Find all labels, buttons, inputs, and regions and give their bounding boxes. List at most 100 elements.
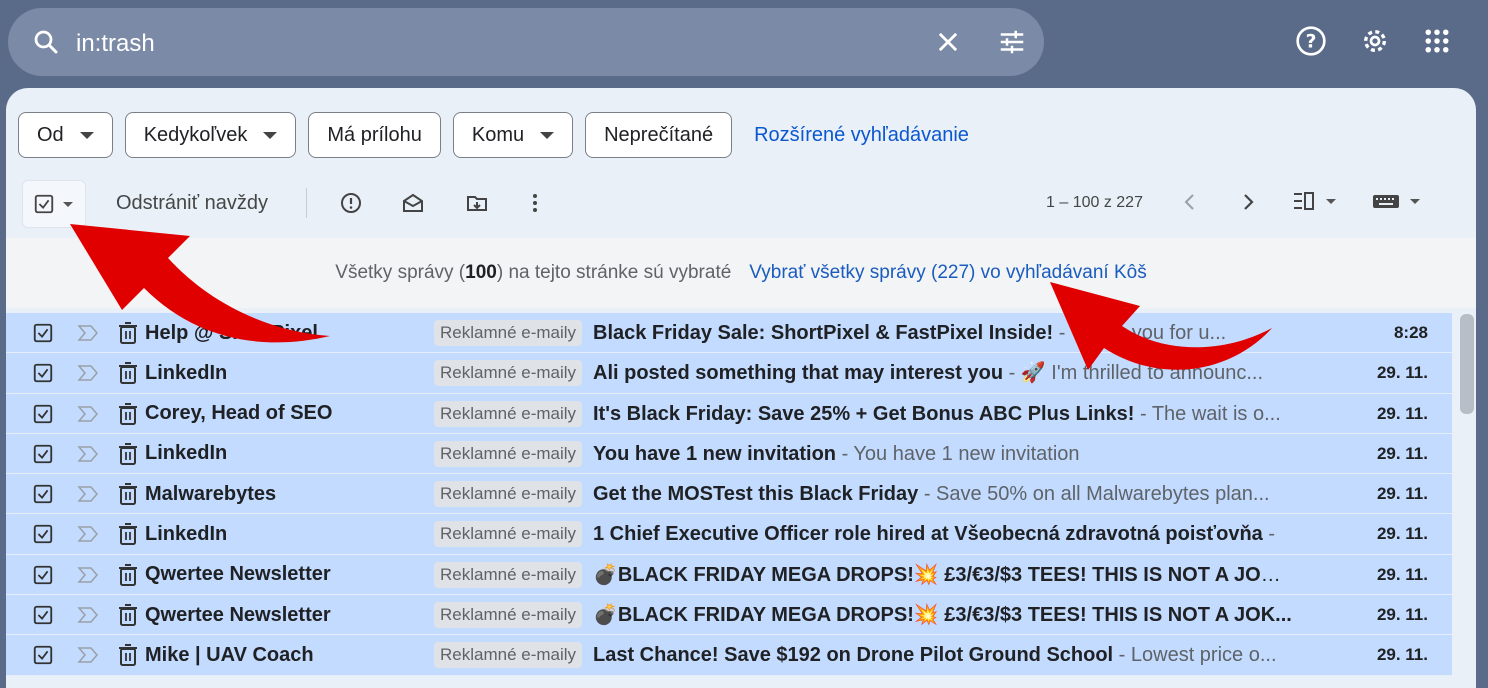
advanced-search-link[interactable]: Rozšírené vyhľadávanie <box>754 124 969 147</box>
email-row[interactable]: Qwertee Newsletter Reklamné e-maily 💣BLA… <box>6 554 1452 596</box>
importance-marker-icon[interactable] <box>76 555 100 595</box>
email-sender: LinkedIn <box>145 522 228 545</box>
importance-marker-icon[interactable] <box>76 474 100 514</box>
filter-from[interactable]: Od <box>18 112 113 158</box>
email-date: 29. 11. <box>1376 564 1428 584</box>
chevron-down-icon <box>79 131 94 139</box>
delete-forever-button[interactable]: Odstrániť navždy <box>116 192 268 215</box>
importance-marker-icon[interactable] <box>76 635 100 675</box>
email-date: 29. 11. <box>1376 605 1428 625</box>
filter-to[interactable]: Komu <box>452 112 574 158</box>
row-checkbox[interactable] <box>32 595 54 635</box>
trash-icon <box>118 635 138 675</box>
svg-text:?: ? <box>1306 32 1317 53</box>
checkbox-checked-icon <box>34 194 54 214</box>
email-subject: It's Black Friday: Save 25% + Get Bonus … <box>593 402 1281 425</box>
email-category-label: Reklamné e-maily <box>434 474 583 514</box>
email-category-label: Reklamné e-maily <box>434 514 583 554</box>
importance-marker-icon[interactable] <box>76 434 100 474</box>
email-row[interactable]: Help @ ShortPixel Reklamné e-maily Black… <box>6 313 1452 354</box>
tune-icon[interactable] <box>996 26 1028 58</box>
importance-marker-icon[interactable] <box>76 514 100 554</box>
select-all-checkbox[interactable] <box>22 180 86 228</box>
email-category-label: Reklamné e-maily <box>434 434 583 474</box>
close-icon[interactable] <box>932 26 964 58</box>
email-category-label: Reklamné e-maily <box>434 353 583 393</box>
search-input[interactable]: in:trash <box>76 30 155 58</box>
gear-icon[interactable] <box>1358 24 1392 58</box>
split-pane-toggle[interactable] <box>1292 190 1336 212</box>
filter-chips: Od Kedykoľvek Má prílohu Komu Neprečítan… <box>18 112 969 158</box>
email-sender: Qwertee Newsletter <box>145 563 331 586</box>
chevron-down-icon <box>540 131 555 139</box>
more-vert-icon[interactable] <box>522 190 548 216</box>
chevron-down-icon <box>263 131 278 139</box>
trash-icon <box>118 434 138 474</box>
report-spam-icon[interactable] <box>338 190 364 216</box>
row-checkbox[interactable] <box>32 514 54 554</box>
email-date: 8:28 <box>1393 323 1428 342</box>
importance-marker-icon[interactable] <box>76 595 100 635</box>
trash-icon <box>118 474 138 514</box>
email-date: 29. 11. <box>1376 645 1428 665</box>
email-subject: Black Friday Sale: ShortPixel & FastPixe… <box>593 322 1227 344</box>
help-icon[interactable]: ? <box>1294 24 1328 58</box>
scrollbar[interactable] <box>1460 314 1474 414</box>
email-row[interactable]: Malwarebytes Reklamné e-maily Get the MO… <box>6 474 1452 515</box>
trash-icon <box>118 555 138 595</box>
row-checkbox[interactable] <box>32 555 54 595</box>
email-date: 29. 11. <box>1376 524 1428 544</box>
row-checkbox[interactable] <box>32 313 54 353</box>
email-row[interactable]: Qwertee Newsletter Reklamné e-maily 💣BLA… <box>6 595 1452 636</box>
input-tools-toggle[interactable] <box>1372 190 1420 212</box>
email-row[interactable]: LinkedIn Reklamné e-maily You have 1 new… <box>6 433 1452 475</box>
email-date: 29. 11. <box>1376 443 1428 463</box>
mail-panel: Od Kedykoľvek Má prílohu Komu Neprečítan… <box>6 88 1476 688</box>
search-icon[interactable] <box>30 26 62 58</box>
email-row[interactable]: Mike | UAV Coach Reklamné e-maily Last C… <box>6 635 1452 676</box>
trash-icon <box>118 394 138 434</box>
move-to-icon[interactable] <box>464 190 490 216</box>
email-sender: Corey, Head of SEO <box>145 402 333 425</box>
filter-has-attachment[interactable]: Má prílohu <box>308 112 441 158</box>
divider <box>306 188 307 218</box>
email-subject: Last Chance! Save $192 on Drone Pilot Gr… <box>593 644 1277 667</box>
email-row[interactable]: LinkedIn Reklamné e-maily Ali posted som… <box>6 353 1452 394</box>
email-category-label: Reklamné e-maily <box>434 635 583 675</box>
filter-anytime[interactable]: Kedykoľvek <box>124 112 297 158</box>
email-subject: You have 1 new invitation - You have 1 n… <box>593 442 1080 465</box>
chevron-right-icon[interactable] <box>1236 190 1260 219</box>
row-checkbox[interactable] <box>32 474 54 514</box>
row-checkbox[interactable] <box>32 635 54 675</box>
email-date: 29. 11. <box>1376 484 1428 504</box>
chevron-down-icon[interactable] <box>1410 198 1420 204</box>
apps-grid-icon[interactable] <box>1420 24 1454 58</box>
mark-read-icon[interactable] <box>400 190 426 216</box>
importance-marker-icon[interactable] <box>76 313 100 353</box>
search-bar[interactable]: in:trash <box>8 8 1044 76</box>
trash-icon <box>118 514 138 554</box>
select-all-conversations-link[interactable]: Vybrať všetky správy (227) vo vyhľadávan… <box>749 262 1146 284</box>
email-row[interactable]: LinkedIn Reklamné e-maily 1 Chief Execut… <box>6 514 1452 555</box>
row-checkbox[interactable] <box>32 394 54 434</box>
selection-message: Všetky správy (100) na tejto stránke sú … <box>335 262 732 283</box>
filter-unread[interactable]: Neprečítané <box>585 112 733 158</box>
email-sender: Qwertee Newsletter <box>145 603 331 626</box>
keyboard-icon <box>1373 195 1399 208</box>
trash-icon <box>118 353 138 393</box>
importance-marker-icon[interactable] <box>76 353 100 393</box>
chevron-left-icon[interactable] <box>1178 190 1202 219</box>
chevron-down-icon[interactable] <box>63 201 73 207</box>
email-category-label: Reklamné e-maily <box>434 595 583 635</box>
email-subject: Ali posted something that may interest y… <box>593 362 1264 385</box>
email-subject: Get the MOSTest this Black Friday - Save… <box>593 483 1270 506</box>
email-sender: Mike | UAV Coach <box>145 643 314 666</box>
row-checkbox[interactable] <box>32 434 54 474</box>
trash-icon <box>118 313 138 353</box>
email-row[interactable]: Corey, Head of SEO Reklamné e-maily It's… <box>6 393 1452 434</box>
email-category-label: Reklamné e-maily <box>434 394 583 434</box>
email-subject: 1 Chief Executive Officer role hired at … <box>593 523 1276 546</box>
chevron-down-icon[interactable] <box>1326 198 1336 204</box>
row-checkbox[interactable] <box>32 353 54 393</box>
importance-marker-icon[interactable] <box>76 394 100 434</box>
